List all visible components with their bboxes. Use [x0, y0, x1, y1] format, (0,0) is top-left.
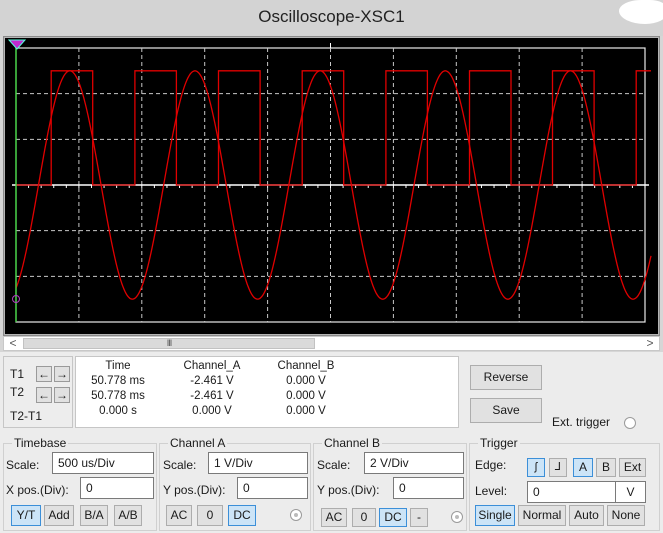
mode-ab-button[interactable]: A/B [114, 505, 142, 526]
channel-b-zero-button[interactable]: 0 [352, 508, 376, 527]
t2-channel-a: -2.461 V [190, 390, 234, 402]
ext-trigger-radio[interactable] [624, 417, 636, 429]
t1-channel-a: -2.461 V [190, 375, 234, 387]
trigger-single-button[interactable]: Single [475, 505, 515, 526]
rising-edge-button[interactable]: ʃ [527, 458, 545, 477]
trigger-auto-button[interactable]: Auto [569, 505, 604, 526]
channel-b-scale-label: Scale: [317, 458, 351, 472]
control-panel: T1 T2 T2-T1 ← → ← → Time 50.778 ms 50.77… [0, 352, 663, 533]
trigger-source-ext-button[interactable]: Ext [619, 458, 646, 477]
channel-a-radio[interactable] [290, 509, 302, 521]
channel-a-title: Channel A [168, 436, 228, 450]
reverse-button[interactable]: Reverse [470, 365, 542, 390]
timebase-scale-label: Scale: [6, 458, 40, 472]
falling-edge-icon: ⅃ [554, 461, 562, 473]
cursor-controls: T1 T2 T2-T1 ← → ← → [3, 356, 73, 428]
channel-b-dc-button[interactable]: DC [379, 508, 407, 527]
measurement-readout: Time 50.778 ms 50.778 ms 0.000 s Channel… [75, 356, 459, 428]
window-title: Oscilloscope-XSC1 [258, 7, 405, 26]
channel-a-ac-button[interactable]: AC [166, 505, 192, 526]
edge-label: Edge: [475, 458, 507, 472]
rising-edge-icon: ʃ [534, 461, 538, 473]
trigger-level-unit[interactable]: V [615, 481, 646, 503]
mode-add-button[interactable]: Add [44, 505, 74, 526]
trigger-normal-button[interactable]: Normal [518, 505, 566, 526]
diff-time: 0.000 s [99, 405, 137, 417]
timebase-title: Timebase [12, 436, 69, 450]
header-channel-a: Channel_A [183, 360, 241, 372]
time-column: Time 50.778 ms 50.778 ms 0.000 s [82, 359, 154, 419]
screen-background [5, 38, 658, 334]
trigger-group: Trigger Edge: ʃ ⅃ A B Ext Level: 0 V Sin… [469, 436, 660, 531]
t1-right-button[interactable]: → [54, 366, 70, 382]
level-label: Level: [475, 484, 508, 498]
t2-t1-label: T2-T1 [10, 409, 43, 423]
ext-trigger-label: Ext. trigger [552, 415, 611, 429]
channel-b-ypos-field[interactable]: 0 [393, 477, 464, 499]
channel-b-radio[interactable] [451, 511, 463, 523]
mode-ba-button[interactable]: B/A [80, 505, 108, 526]
t1-left-button[interactable]: ← [36, 366, 52, 382]
trigger-title: Trigger [478, 436, 520, 450]
t2-label: T2 [10, 385, 25, 399]
trigger-source-b-button[interactable]: B [596, 458, 616, 477]
scroll-right-button[interactable]: > [642, 337, 658, 350]
channel-b-title: Channel B [322, 436, 383, 450]
scroll-left-button[interactable]: < [5, 337, 21, 350]
channel-b-ypos-label: Y pos.(Div): [317, 483, 380, 497]
channel-a-column: Channel_A -2.461 V -2.461 V 0.000 V [176, 359, 248, 419]
channel-a-dc-button[interactable]: DC [228, 505, 256, 526]
channel-b-scale-field[interactable]: 2 V/Div [364, 452, 464, 474]
scroll-thumb[interactable]: III [23, 338, 315, 349]
save-button[interactable]: Save [470, 398, 542, 423]
channel-a-group: Channel A Scale: 1 V/Div Y pos.(Div): 0 … [159, 436, 311, 531]
channel-a-ypos-field[interactable]: 0 [237, 477, 308, 499]
channel-a-zero-button[interactable]: 0 [197, 505, 223, 526]
t2-right-button[interactable]: → [54, 387, 70, 403]
t1-label: T1 [10, 367, 25, 381]
t2-left-button[interactable]: ← [36, 387, 52, 403]
header-time: Time [105, 360, 131, 372]
mode-yt-button[interactable]: Y/T [11, 505, 41, 526]
xpos-field[interactable]: 0 [80, 477, 154, 499]
channel-a-scale-label: Scale: [163, 458, 197, 472]
trigger-level-field[interactable]: 0 [527, 481, 616, 503]
timebase-scale-field[interactable]: 500 us/Div [52, 452, 154, 474]
channel-a-ypos-label: Y pos.(Div): [163, 483, 226, 497]
timebase-group: Timebase Scale: 500 us/Div X pos.(Div): … [3, 436, 157, 531]
title-bar: Oscilloscope-XSC1 [0, 0, 663, 36]
t1-channel-b: 0.000 V [286, 375, 326, 387]
diff-channel-a: 0.000 V [192, 405, 232, 417]
channel-b-group: Channel B Scale: 2 V/Div Y pos.(Div): 0 … [313, 436, 467, 531]
channel-b-ac-button[interactable]: AC [321, 508, 347, 527]
scope-display[interactable] [5, 38, 658, 334]
channel-b-invert-button[interactable]: - [410, 508, 428, 527]
t1-time: 50.778 ms [91, 375, 145, 387]
falling-edge-button[interactable]: ⅃ [549, 458, 567, 477]
diff-channel-b: 0.000 V [286, 405, 326, 417]
t2-time: 50.778 ms [91, 390, 145, 402]
channel-b-column: Channel_B 0.000 V 0.000 V 0.000 V [270, 359, 342, 419]
trigger-none-button[interactable]: None [607, 505, 645, 526]
horizontal-scrollbar[interactable]: < III > [3, 336, 660, 351]
xpos-label: X pos.(Div): [6, 483, 69, 497]
channel-a-scale-field[interactable]: 1 V/Div [208, 452, 308, 474]
header-channel-b: Channel_B [277, 360, 335, 372]
t2-channel-b: 0.000 V [286, 390, 326, 402]
trigger-source-a-button[interactable]: A [573, 458, 593, 477]
